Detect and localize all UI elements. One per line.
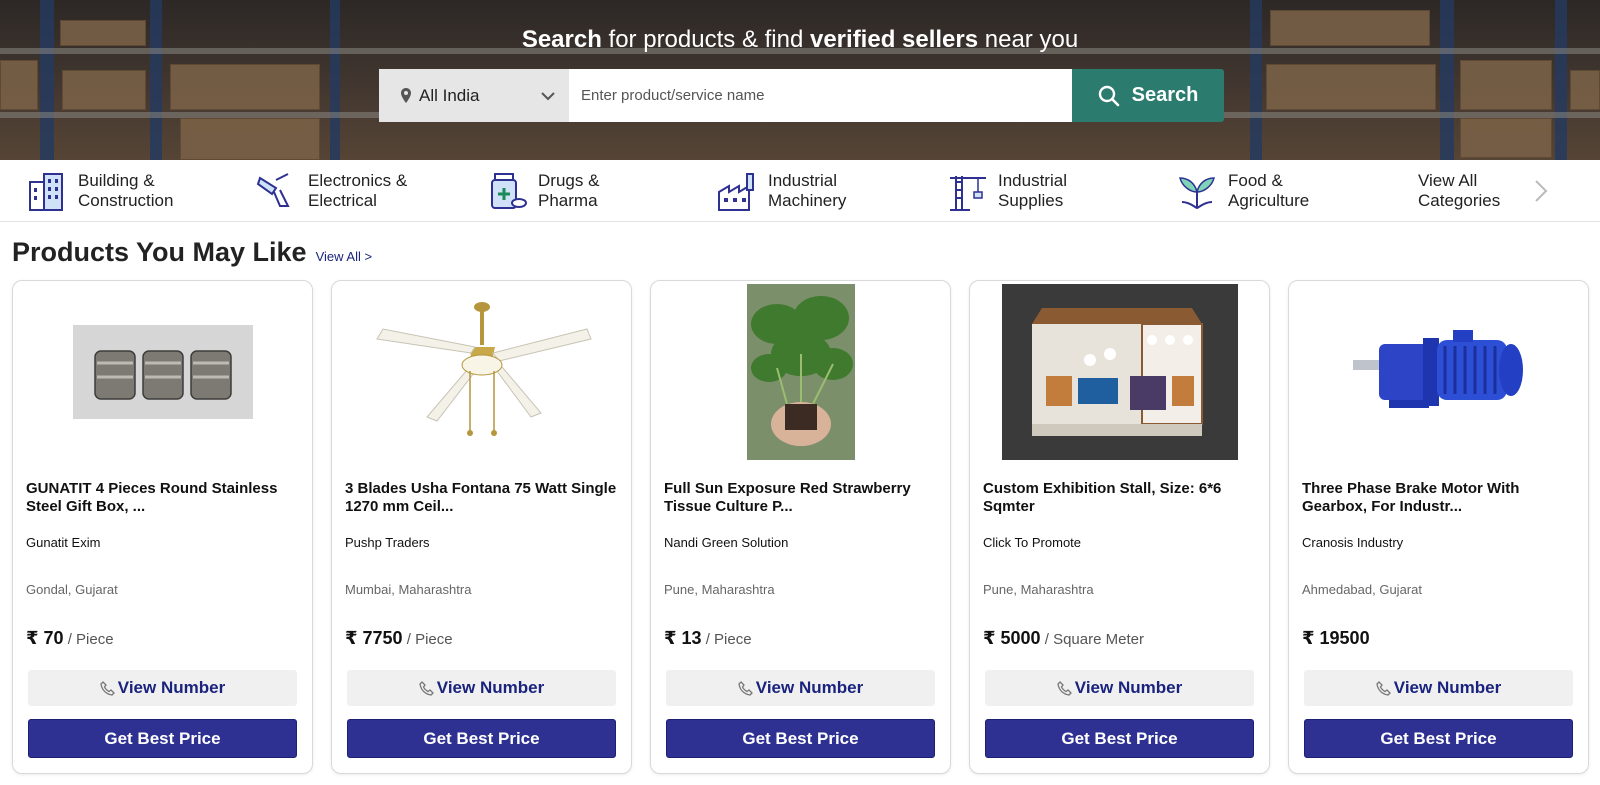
- get-best-price-button[interactable]: Get Best Price: [985, 719, 1254, 758]
- product-card[interactable]: Custom Exhibition Stall, Size: 6*6 Sqmte…: [969, 280, 1270, 774]
- product-image[interactable]: [1289, 283, 1588, 461]
- seller-location: Mumbai, Maharashtra: [345, 582, 472, 597]
- phone-icon: [419, 681, 434, 696]
- seller-location: Gondal, Gujarat: [26, 582, 118, 597]
- category-food-agriculture[interactable]: Food & Agriculture: [1176, 170, 1309, 212]
- category-label: Industrial Supplies: [998, 171, 1067, 210]
- product-name[interactable]: Custom Exhibition Stall, Size: 6*6 Sqmte…: [983, 480, 1256, 516]
- product-price: ₹ 5000 / Square Meter: [983, 628, 1144, 648]
- get-best-price-button[interactable]: Get Best Price: [347, 719, 616, 758]
- search-bar: All India Search: [379, 69, 1224, 122]
- seller-name[interactable]: Nandi Green Solution: [664, 535, 788, 550]
- product-card[interactable]: Full Sun Exposure Red Strawberry Tissue …: [650, 280, 951, 774]
- search-button[interactable]: Search: [1072, 69, 1224, 122]
- location-dropdown[interactable]: All India: [379, 69, 569, 122]
- hero-title: Search for products & find verified sell…: [521, 26, 1079, 53]
- category-drugs-pharma[interactable]: Drugs & Pharma: [486, 170, 599, 212]
- hero-banner: Search for products & find verified sell…: [0, 0, 1600, 160]
- product-card[interactable]: GUNATIT 4 Pieces Round Stainless Steel G…: [12, 280, 313, 774]
- product-card[interactable]: 3 Blades Usha Fontana 75 Watt Single 127…: [331, 280, 632, 774]
- location-value: All India: [419, 85, 480, 105]
- category-label: Drugs & Pharma: [538, 171, 600, 210]
- drill-icon: [256, 173, 290, 207]
- category-electronics-electrical[interactable]: Electronics & Electrical: [256, 170, 407, 212]
- seller-name[interactable]: Cranosis Industry: [1302, 535, 1403, 550]
- category-industrial-supplies[interactable]: Industrial Supplies: [946, 170, 1067, 212]
- seller-name[interactable]: Pushp Traders: [345, 535, 430, 550]
- building-icon: [29, 173, 63, 211]
- product-image[interactable]: [651, 283, 950, 461]
- category-label: Food & Agriculture: [1228, 171, 1310, 210]
- product-image[interactable]: [13, 283, 312, 461]
- seller-name[interactable]: Gunatit Exim: [26, 535, 100, 550]
- chevron-down-icon: [541, 91, 555, 100]
- view-number-button[interactable]: View Number: [347, 670, 616, 706]
- category-view-all[interactable]: View All Categories: [1418, 170, 1500, 212]
- chevron-right-icon[interactable]: [1528, 178, 1552, 204]
- get-best-price-button[interactable]: Get Best Price: [28, 719, 297, 758]
- view-number-button[interactable]: View Number: [1304, 670, 1573, 706]
- section-header: Products You May Like View All >: [12, 237, 372, 268]
- category-industrial-machinery[interactable]: Industrial Machinery: [716, 170, 846, 212]
- medicine-icon: [491, 173, 527, 209]
- product-name[interactable]: 3 Blades Usha Fontana 75 Watt Single 127…: [345, 480, 618, 516]
- search-input[interactable]: [569, 69, 1072, 122]
- seller-location: Pune, Maharashtra: [664, 582, 775, 597]
- product-price: ₹ 13 / Piece: [664, 628, 752, 648]
- seller-location: Ahmedabad, Gujarat: [1302, 582, 1422, 597]
- seller-name[interactable]: Click To Promote: [983, 535, 1081, 550]
- phone-icon: [1057, 681, 1072, 696]
- product-image[interactable]: [332, 283, 631, 461]
- view-number-button[interactable]: View Number: [666, 670, 935, 706]
- product-price: ₹ 70 / Piece: [26, 628, 114, 648]
- phone-icon: [1376, 681, 1391, 696]
- product-name[interactable]: GUNATIT 4 Pieces Round Stainless Steel G…: [26, 480, 299, 516]
- product-name[interactable]: Three Phase Brake Motor With Gearbox, Fo…: [1302, 480, 1575, 516]
- product-price: ₹ 19500: [1302, 628, 1370, 648]
- get-best-price-button[interactable]: Get Best Price: [1304, 719, 1573, 758]
- view-all-link[interactable]: View All >: [316, 249, 373, 264]
- crane-icon: [950, 176, 986, 211]
- search-icon: [1098, 85, 1119, 106]
- get-best-price-button[interactable]: Get Best Price: [666, 719, 935, 758]
- category-label: Electronics & Electrical: [308, 171, 408, 210]
- category-bar: Building & Construction Electronics & El…: [0, 160, 1600, 222]
- section-title: Products You May Like: [12, 237, 307, 267]
- product-name[interactable]: Full Sun Exposure Red Strawberry Tissue …: [664, 480, 937, 516]
- location-pin-icon: [401, 87, 411, 103]
- category-building-construction[interactable]: Building & Construction: [26, 170, 173, 212]
- product-price: ₹ 7750 / Piece: [345, 628, 453, 648]
- view-number-button[interactable]: View Number: [28, 670, 297, 706]
- factory-icon: [718, 173, 754, 211]
- phone-icon: [100, 681, 115, 696]
- product-image[interactable]: [970, 283, 1269, 461]
- category-label: Industrial Machinery: [768, 171, 847, 210]
- category-label: Building & Construction: [78, 171, 174, 210]
- phone-icon: [738, 681, 753, 696]
- category-label: View All Categories: [1418, 171, 1501, 210]
- seller-location: Pune, Maharashtra: [983, 582, 1094, 597]
- view-number-button[interactable]: View Number: [985, 670, 1254, 706]
- plant-icon: [1179, 177, 1215, 210]
- product-card[interactable]: Three Phase Brake Motor With Gearbox, Fo…: [1288, 280, 1589, 774]
